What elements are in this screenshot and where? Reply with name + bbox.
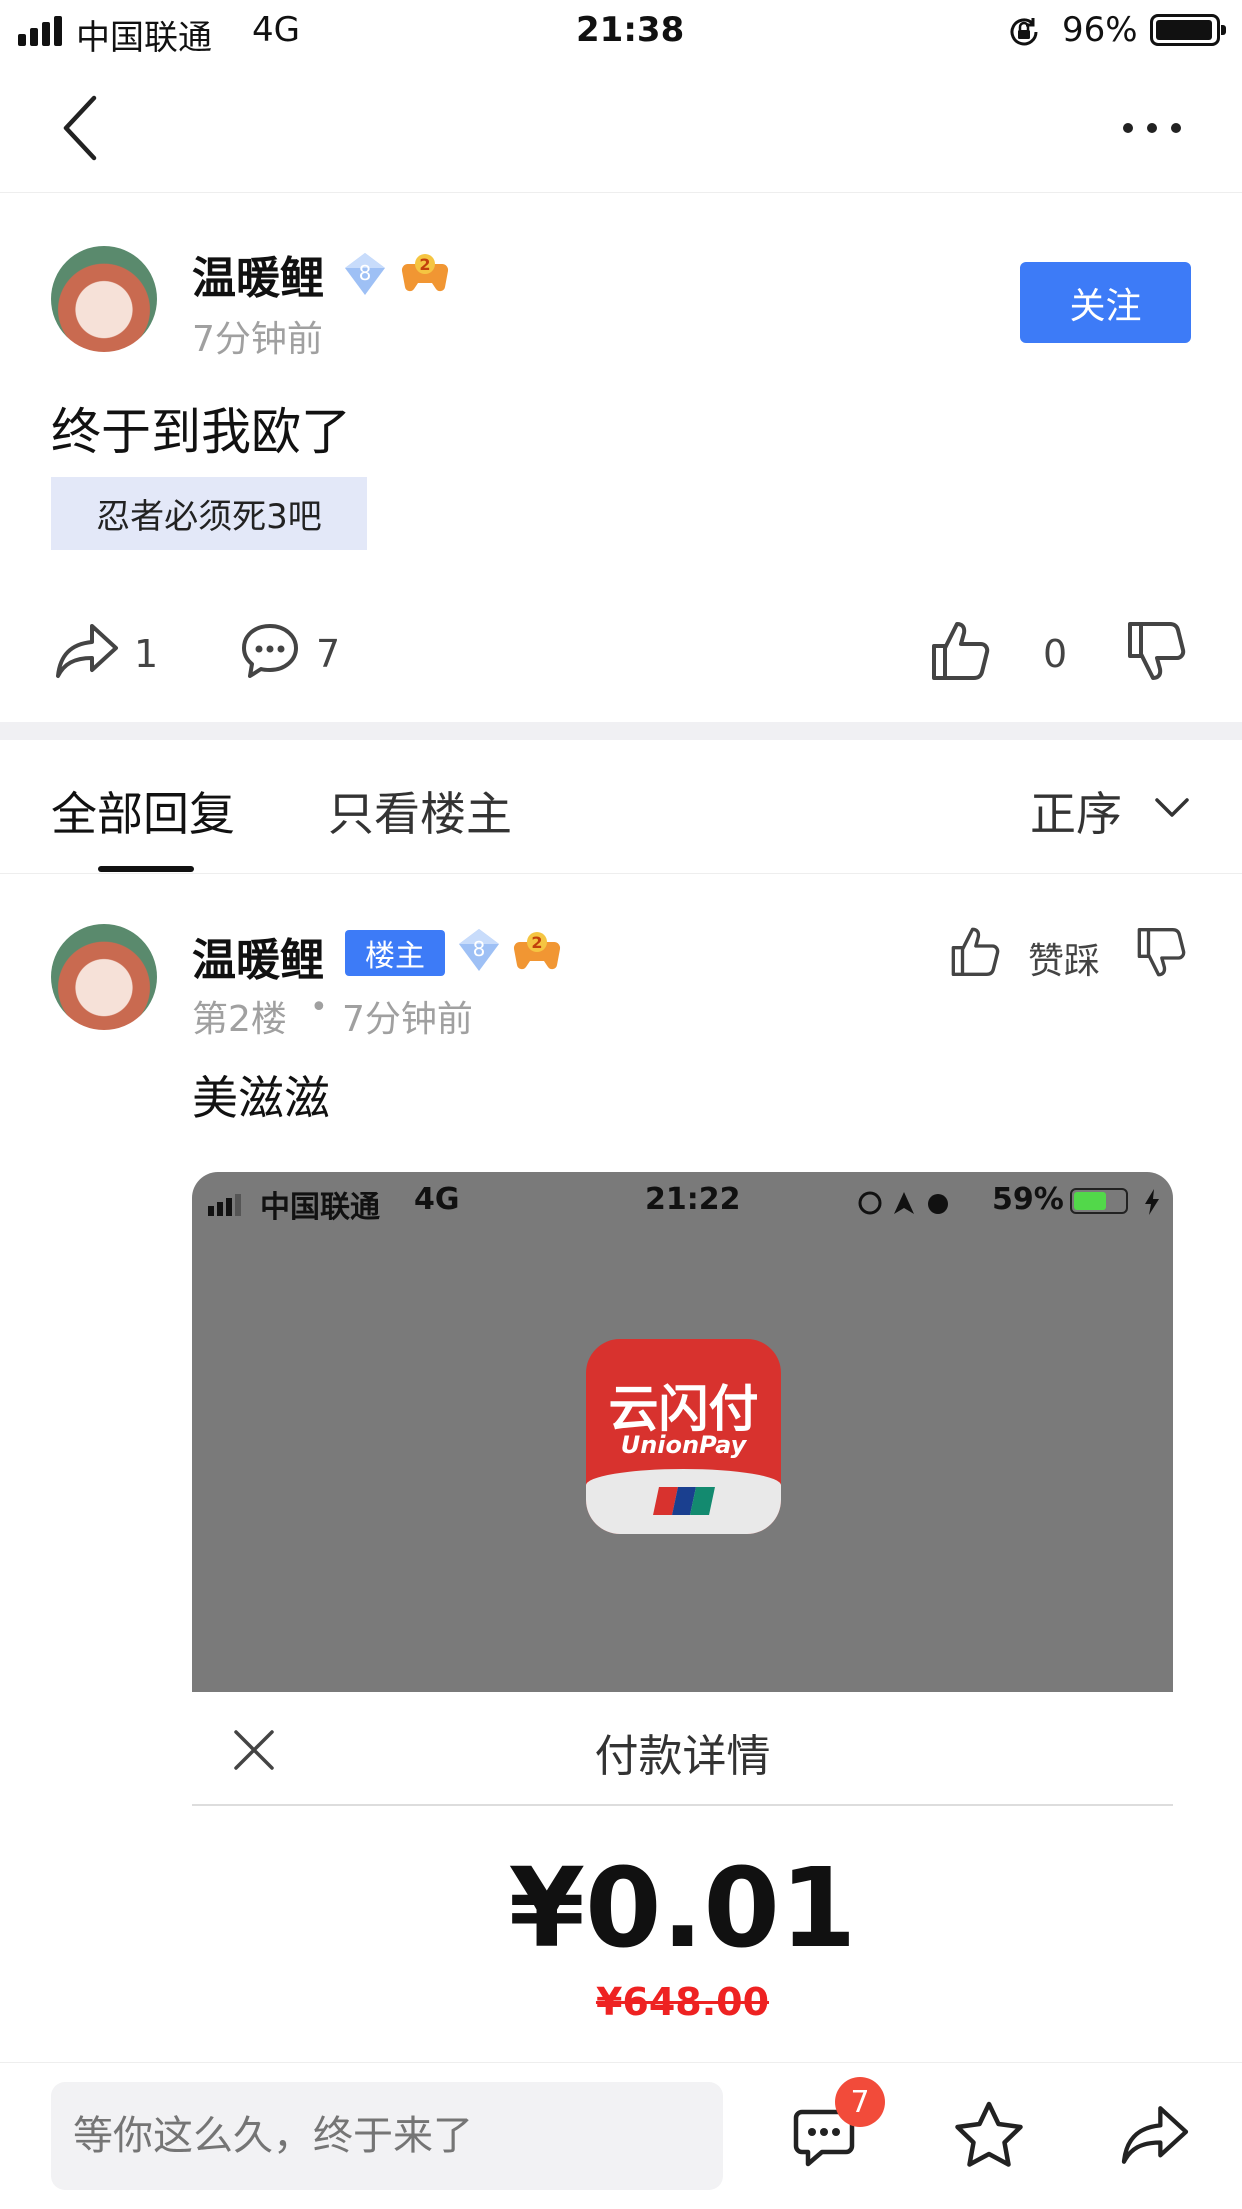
follow-button[interactable]: 关注 xyxy=(1020,262,1191,343)
image-battery-percent: 59% xyxy=(992,1182,1064,1217)
image-clock: 21:22 xyxy=(645,1182,741,1217)
back-icon[interactable] xyxy=(58,94,102,162)
share-icon[interactable] xyxy=(54,622,120,680)
status-bar: 中国联通 4G 21:38 96% xyxy=(0,0,1242,64)
image-carrier: 中国联通 xyxy=(260,1190,380,1225)
comment-icon[interactable] xyxy=(240,622,300,682)
payment-title: 付款详情 xyxy=(594,1731,771,1782)
gamepad-badge-icon: 2 xyxy=(401,254,449,292)
charging-icon xyxy=(1145,1189,1159,1215)
reply-thumbs-up-icon[interactable] xyxy=(950,924,1000,978)
reply-avatar[interactable] xyxy=(51,924,157,1030)
svg-text:8: 8 xyxy=(359,261,372,285)
reply-text: 美滋滋 xyxy=(192,1071,330,1125)
tabs-divider xyxy=(0,873,1242,874)
gamepad-badge-icon: 2 xyxy=(513,932,561,970)
reply-input[interactable] xyxy=(51,2082,723,2190)
more-icon[interactable] xyxy=(1120,116,1184,140)
reply-floor: 第2楼 xyxy=(192,999,287,1040)
level-diamond-icon: 8 xyxy=(345,253,385,295)
share-post-icon[interactable] xyxy=(1118,2104,1192,2166)
level-diamond-icon: 8 xyxy=(459,929,499,971)
svg-text:8: 8 xyxy=(473,937,486,961)
reply-author[interactable]: 温暖鲤 xyxy=(192,924,324,988)
message-count-badge: 7 xyxy=(835,2077,885,2127)
like-count: 0 xyxy=(1043,632,1068,676)
op-badge: 楼主 xyxy=(345,930,445,976)
carrier-label: 中国联通 xyxy=(76,18,212,58)
payment-header: 付款详情 xyxy=(192,1692,1173,1806)
image-battery-icon xyxy=(1070,1188,1128,1214)
post-title: 终于到我欧了 xyxy=(51,403,351,461)
network-label: 4G xyxy=(252,10,300,50)
image-signal-icon xyxy=(208,1194,241,1216)
clock: 21:38 xyxy=(576,10,685,50)
forum-tag[interactable]: 忍者必须死3吧 xyxy=(51,477,367,550)
comment-count: 7 xyxy=(316,632,341,676)
thumbs-down-icon[interactable] xyxy=(1126,620,1186,684)
nav-bar xyxy=(0,64,1242,193)
unionpay-flag-icon xyxy=(653,1487,715,1515)
tab-all-replies[interactable]: 全部回复 xyxy=(51,778,235,844)
battery-percent: 96% xyxy=(1062,10,1138,50)
original-price: ¥648.00 xyxy=(595,1980,770,2024)
share-count: 1 xyxy=(134,632,159,676)
active-tab-indicator xyxy=(98,866,194,872)
signal-icon xyxy=(18,16,62,46)
post-time: 7分钟前 xyxy=(192,319,323,360)
vote-label: 赞踩 xyxy=(1028,941,1101,982)
post-author[interactable]: 温暖鲤 xyxy=(192,242,324,306)
tab-op-only[interactable]: 只看楼主 xyxy=(328,778,512,844)
rotation-lock-icon xyxy=(1010,18,1038,46)
unionpay-app-icon: 云闪付 UnionPay xyxy=(586,1339,781,1534)
image-status-icons xyxy=(858,1191,948,1215)
favorite-star-icon[interactable] xyxy=(954,2100,1024,2168)
app-name-en: UnionPay xyxy=(620,1431,747,1459)
avatar[interactable] xyxy=(51,246,157,352)
meta-separator: • xyxy=(310,990,328,1025)
reply-time: 7分钟前 xyxy=(342,999,473,1040)
payment-amount: ¥0.01 xyxy=(508,1844,857,1972)
svg-text:2: 2 xyxy=(419,255,430,274)
sort-label[interactable]: 正序 xyxy=(1030,778,1122,844)
svg-text:2: 2 xyxy=(531,933,542,952)
image-network: 4G xyxy=(414,1182,460,1217)
thumbs-up-icon[interactable] xyxy=(930,618,990,682)
section-divider xyxy=(0,722,1242,740)
reply-image[interactable]: 中国联通 4G 21:22 59% 云闪付 UnionPay 付款详情 ¥0.0… xyxy=(192,1172,1173,2072)
battery-icon xyxy=(1150,14,1226,46)
reply-thumbs-down-icon[interactable] xyxy=(1136,926,1186,980)
chevron-down-icon[interactable] xyxy=(1154,796,1190,820)
